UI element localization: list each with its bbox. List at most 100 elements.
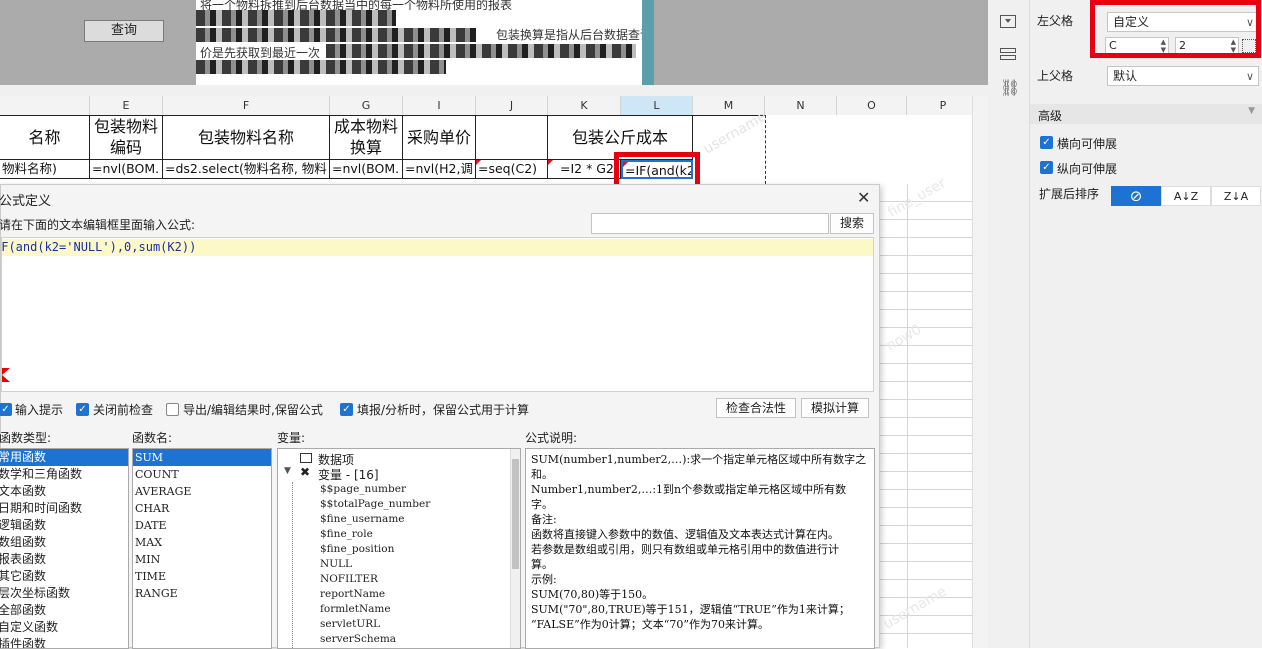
- tree-item-variables[interactable]: ▼ ✖ 变量 - [16]: [282, 465, 512, 482]
- column-header-o[interactable]: O: [837, 96, 907, 115]
- formula-prompt: 请在下面的文本编辑框里面输入公式:: [0, 218, 196, 232]
- list-item[interactable]: 日期和时间函数: [0, 500, 128, 517]
- column-header-l[interactable]: L: [621, 96, 693, 115]
- formula-cell-i[interactable]: =nvl(H2,调: [403, 160, 476, 179]
- keep-formula-fill-checkbox[interactable]: ✓: [340, 403, 353, 416]
- description-line: 备注:: [531, 513, 557, 526]
- header-cell-unit-price[interactable]: 采购单价: [403, 116, 476, 160]
- list-item[interactable]: $fine_position: [278, 542, 508, 557]
- list-item[interactable]: $fine_role: [278, 527, 508, 542]
- list-item[interactable]: 全部函数: [0, 602, 128, 619]
- list-item[interactable]: AVERAGE: [133, 483, 271, 500]
- list-item[interactable]: 插件函数: [0, 636, 128, 648]
- column-header-j[interactable]: J: [476, 96, 548, 115]
- highlight-box: [1090, 0, 1261, 58]
- list-item[interactable]: 文本函数: [0, 483, 128, 500]
- close-icon[interactable]: ✕: [857, 188, 870, 207]
- header-cell-pack-name[interactable]: 包装物料名称: [163, 116, 330, 160]
- list-item[interactable]: 常用函数: [0, 449, 128, 466]
- upper-parent-select[interactable]: 默认 ∨: [1107, 66, 1259, 86]
- formula-cell-g[interactable]: =nvl(BOM.: [330, 160, 403, 179]
- sheet-vertical-scrollbar[interactable]: [972, 96, 989, 648]
- column-header-n[interactable]: N: [765, 96, 837, 115]
- hyperlink-icon[interactable]: ⛓: [1000, 78, 1020, 97]
- formula-cell-j[interactable]: =seq(C2): [476, 160, 548, 179]
- list-item[interactable]: 层次坐标函数: [0, 585, 128, 602]
- column-header-f[interactable]: F: [163, 96, 330, 115]
- list-item[interactable]: TIME: [133, 568, 271, 585]
- sheet-grid: 名称 包装物料编码 包装物料名称 成本物料换算 采购单价 包装公斤成本 物料名称…: [0, 115, 988, 184]
- list-item[interactable]: COUNT: [133, 466, 271, 483]
- list-item[interactable]: MAX: [133, 534, 271, 551]
- formula-editor[interactable]: IF(and(k2='NULL'),0,sum(K2)): [0, 237, 874, 392]
- description-line: 和。: [531, 468, 553, 481]
- list-item[interactable]: $fine_username: [278, 512, 508, 527]
- vertical-expand-checkbox[interactable]: ✓: [1040, 161, 1053, 174]
- query-button[interactable]: 查询: [84, 20, 164, 42]
- formula-cell-f[interactable]: =ds2.select(物料名称, 物料: [163, 160, 330, 179]
- description-line: 示例:: [531, 573, 557, 586]
- list-item[interactable]: NOFILTER: [278, 572, 508, 587]
- list-item[interactable]: 逻辑函数: [0, 517, 128, 534]
- list-item[interactable]: serverSchema: [278, 632, 508, 647]
- function-name-list[interactable]: SUM COUNT AVERAGE CHAR DATE MAX MIN TIME…: [132, 448, 272, 649]
- description-line: SUM(number1,number2,…):求一个指定单元格区域中所有数字之: [531, 453, 867, 466]
- formula-cell-e[interactable]: =nvl(BOM.: [90, 160, 163, 179]
- list-item[interactable]: formletName: [278, 602, 508, 617]
- header-cell-j[interactable]: [476, 116, 548, 160]
- header-cell-cost-convert[interactable]: 成本物料换算: [330, 116, 403, 160]
- advanced-section-header[interactable]: 高级 ▼: [1030, 104, 1262, 124]
- variable-scrollbar[interactable]: [510, 449, 520, 648]
- list-item[interactable]: $$page_number: [278, 482, 508, 497]
- keep-formula-export-checkbox[interactable]: [166, 403, 179, 416]
- description-line: SUM(70,80)等于150。: [531, 588, 654, 601]
- formula-text: IF(and(k2='NULL'),0,sum(K2)): [0, 240, 197, 254]
- list-item[interactable]: DATE: [133, 517, 271, 534]
- column-header-g[interactable]: G: [330, 96, 403, 115]
- simulate-button[interactable]: 模拟计算: [801, 398, 869, 418]
- list-item[interactable]: SUM: [133, 449, 271, 466]
- column-header-d[interactable]: [0, 96, 90, 115]
- collapse-triangle-icon[interactable]: ▼: [1248, 106, 1255, 116]
- variable-tree[interactable]: 数据项 ▼ ✖ 变量 - [16] $$page_number $$totalP…: [277, 448, 521, 649]
- input-hint-checkbox[interactable]: ✓: [0, 403, 12, 416]
- list-item[interactable]: 其它函数: [0, 568, 128, 585]
- column-header-i[interactable]: I: [403, 96, 476, 115]
- description-line: 字。: [531, 498, 553, 511]
- list-item[interactable]: 报表函数: [0, 551, 128, 568]
- formula-cell-d[interactable]: 物料名称): [0, 160, 90, 179]
- list-item[interactable]: NULL: [278, 557, 508, 572]
- list-item[interactable]: reportName: [278, 587, 508, 602]
- search-input[interactable]: [591, 213, 829, 234]
- collapse-arrow-icon[interactable]: ▼: [284, 466, 291, 476]
- header-cell-pack-code[interactable]: 包装物料编码: [90, 116, 163, 160]
- list-item[interactable]: servletURL: [278, 617, 508, 632]
- list-item[interactable]: MIN: [133, 551, 271, 568]
- list-item[interactable]: $$totalPage_number: [278, 497, 508, 512]
- check-on-close-checkbox[interactable]: ✓: [76, 403, 89, 416]
- header-cell-name[interactable]: 名称: [0, 116, 90, 160]
- column-header-p[interactable]: P: [907, 96, 980, 115]
- column-header-k[interactable]: K: [548, 96, 621, 115]
- list-item[interactable]: 数学和三角函数: [0, 466, 128, 483]
- search-button[interactable]: 搜索: [830, 213, 874, 234]
- cell-element-icon[interactable]: [1000, 15, 1016, 28]
- sort-none-button[interactable]: ⊘: [1111, 186, 1161, 206]
- list-item[interactable]: 自定义函数: [0, 619, 128, 636]
- function-type-list[interactable]: 常用函数 数学和三角函数 文本函数 日期和时间函数 逻辑函数 数组函数 报表函数…: [0, 448, 129, 649]
- list-item[interactable]: 数组函数: [0, 534, 128, 551]
- sort-descending-button[interactable]: Z↓A: [1211, 186, 1261, 206]
- list-item[interactable]: RANGE: [133, 585, 271, 602]
- sort-ascending-button[interactable]: A↓Z: [1161, 186, 1211, 206]
- formula-cell-k[interactable]: =I2 * G2: [548, 160, 621, 179]
- column-header-e[interactable]: E: [90, 96, 163, 115]
- check-on-close-label: 关闭前检查: [93, 403, 154, 417]
- description-line: 包装换算是指从后台数据查询: [496, 28, 652, 42]
- check-validity-button[interactable]: 检查合法性: [716, 398, 796, 418]
- horizontal-expand-checkbox[interactable]: ✓: [1040, 136, 1053, 149]
- section-title: 高级: [1038, 109, 1063, 123]
- tree-item-data[interactable]: 数据项: [282, 451, 512, 467]
- scroll-thumb[interactable]: [512, 459, 519, 569]
- list-item[interactable]: CHAR: [133, 500, 271, 517]
- cell-attributes-icon[interactable]: [1000, 48, 1018, 66]
